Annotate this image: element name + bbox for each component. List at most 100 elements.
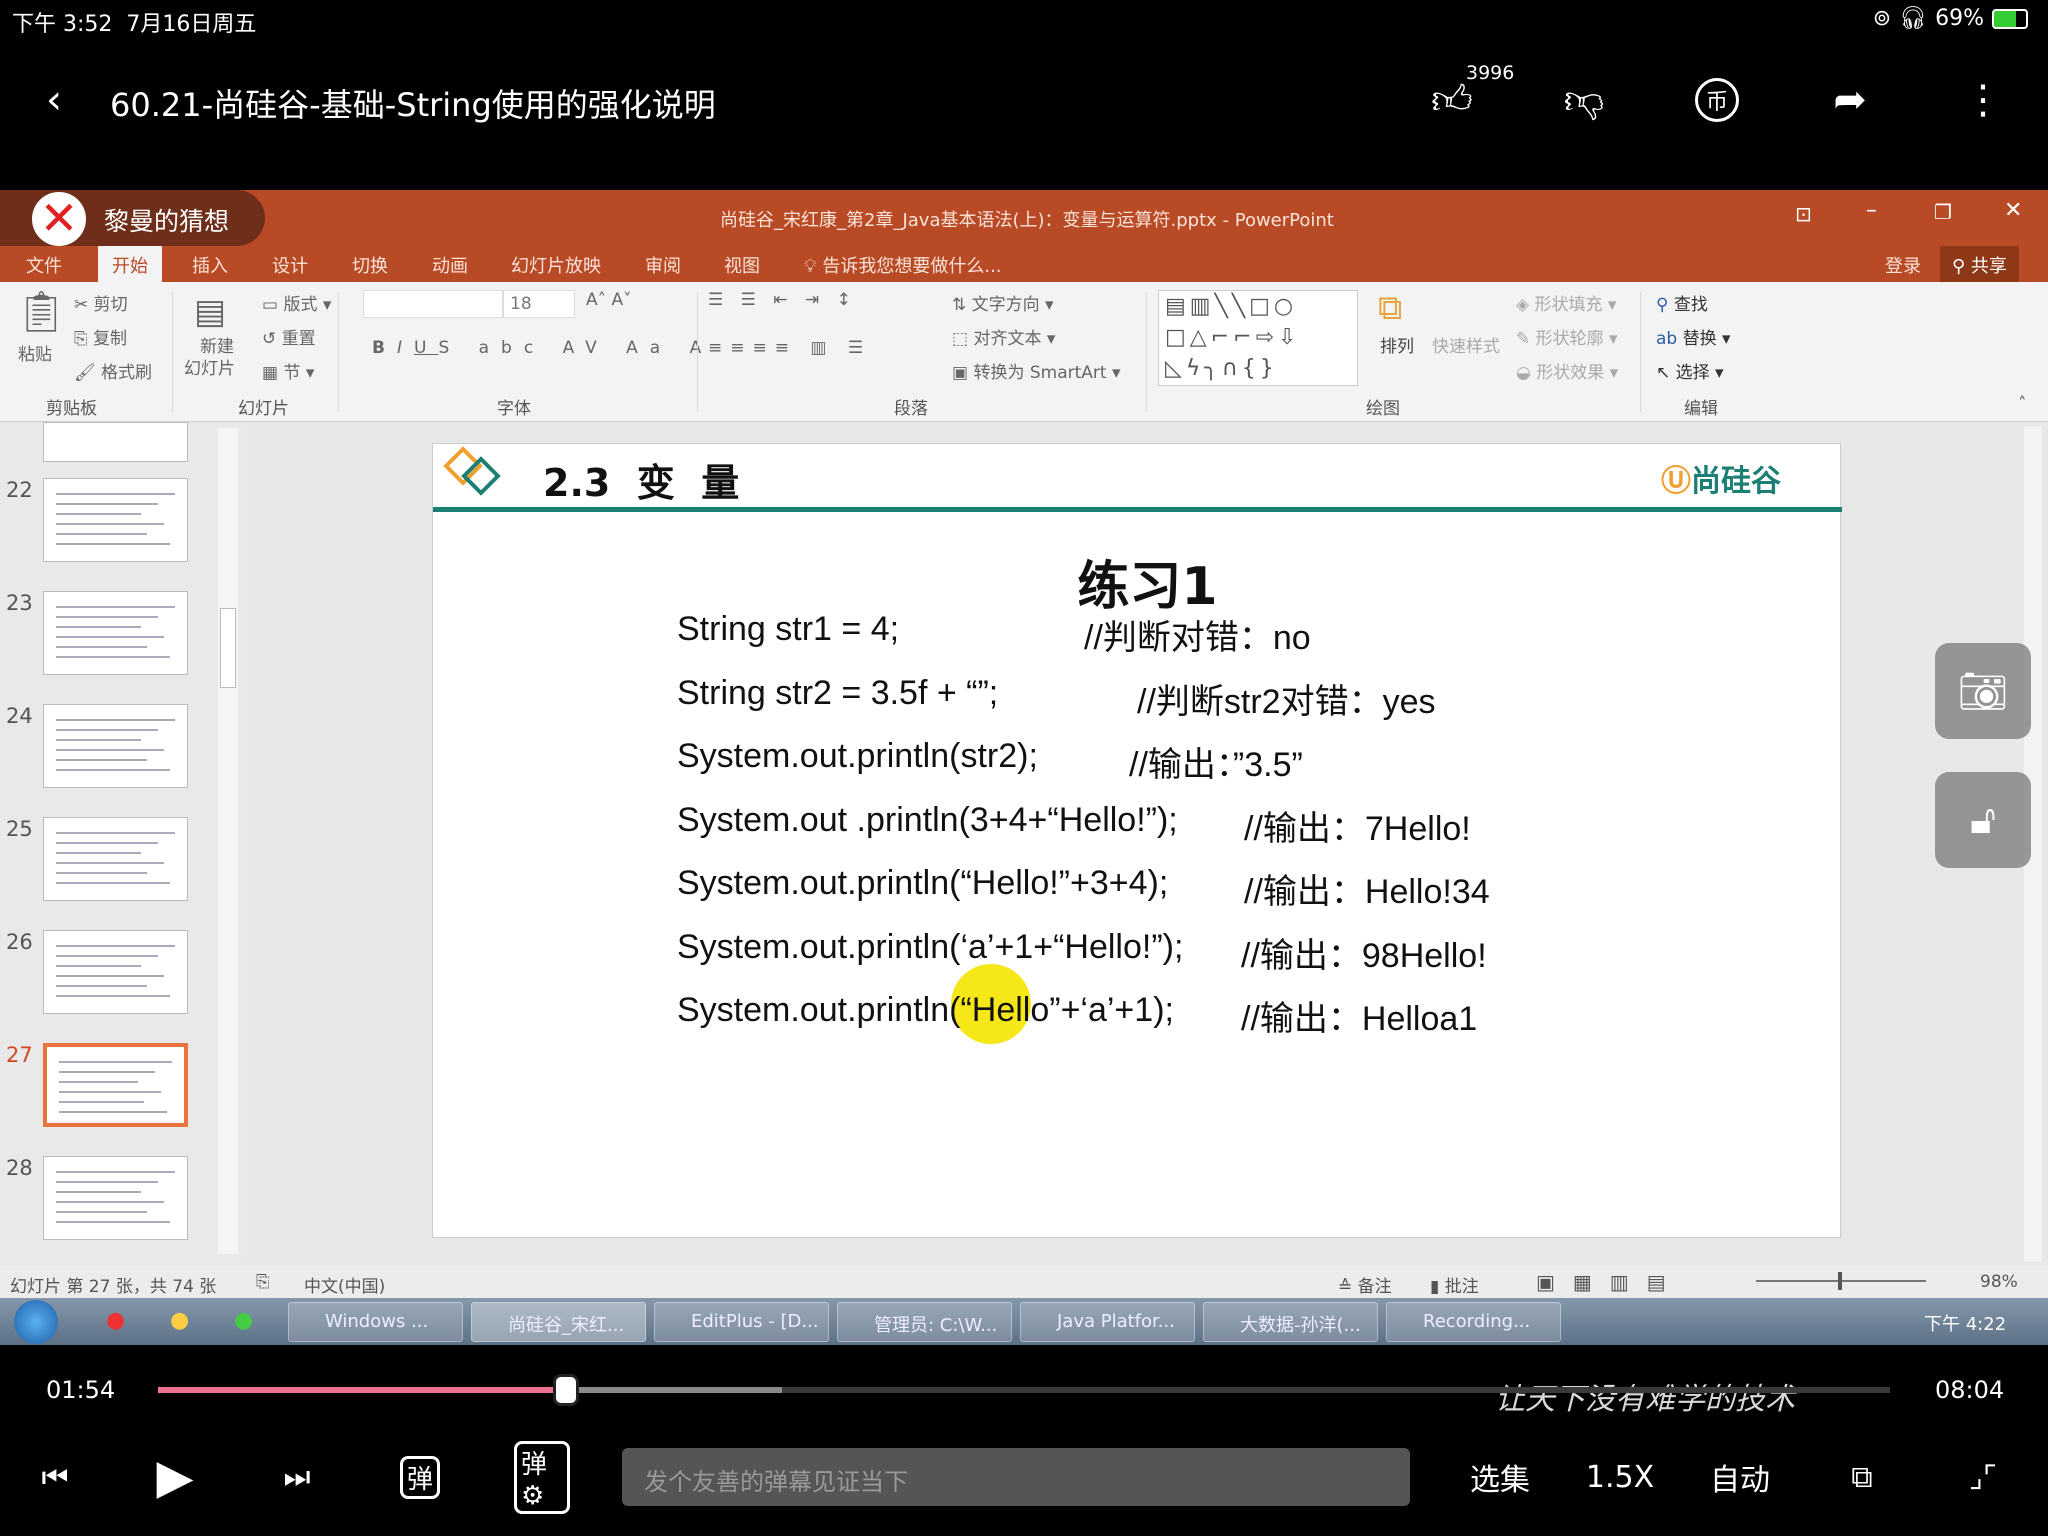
share-button[interactable]: ➦	[1822, 72, 1878, 128]
danmaku-toggle[interactable]: 弹	[392, 1448, 448, 1506]
find-button[interactable]: ⚲ 查找	[1656, 290, 1708, 315]
tell-me-box[interactable]: 💡︎ 告诉我您想要做什么...	[804, 252, 1002, 278]
battery-level: 69%	[1935, 6, 1984, 31]
font-format-buttons[interactable]: BIUS abc AV Aa A	[372, 338, 713, 358]
tab-view[interactable]: 视图	[724, 252, 760, 278]
danmaku-input[interactable]: 发个友善的弹幕见证当下	[622, 1448, 1410, 1506]
danmaku-settings[interactable]: 弹⚙	[514, 1440, 570, 1514]
app-pin-icon[interactable]: ●	[106, 1308, 125, 1333]
slide-thumbnail[interactable]	[43, 817, 188, 901]
exit-fullscreen-button[interactable]: ⌟⌜	[1955, 1448, 2011, 1506]
login-link[interactable]: 登录	[1885, 252, 1921, 278]
shape-fill-button[interactable]: ◈ 形状填充 ▾	[1516, 290, 1616, 315]
seek-thumb[interactable]	[552, 1374, 579, 1406]
slide-thumbnail[interactable]	[43, 704, 188, 788]
dislike-button[interactable]: 👎︎	[1556, 72, 1612, 128]
episodes-button[interactable]: 选集	[1465, 1448, 1535, 1506]
comments-button[interactable]: ▮ 批注	[1430, 1272, 1479, 1297]
app-pin-icon[interactable]: ●	[170, 1308, 189, 1333]
slide-thumbnail[interactable]	[43, 591, 188, 675]
taskbar-item[interactable]: 尚硅谷_宋红...	[471, 1302, 646, 1342]
new-slide-label[interactable]: 幻灯片	[184, 354, 235, 379]
slide-canvas[interactable]: 2.3 变 量 Ⓤ尚硅谷 练习1 String str1 = 4; //判断对错：…	[432, 443, 1842, 1417]
speed-button[interactable]: 1.5X	[1585, 1448, 1655, 1506]
replace-button[interactable]: ab 替换 ▾	[1656, 324, 1731, 349]
seek-bar[interactable]	[158, 1374, 1890, 1406]
text-direction-button[interactable]: ⇅ 文字方向 ▾	[952, 290, 1054, 315]
chrome-icon[interactable]: ●	[234, 1308, 253, 1333]
cut-button[interactable]: ✂ 剪切	[74, 290, 128, 315]
thumbnail-scrollbar[interactable]	[218, 428, 238, 1254]
shape-outline-button[interactable]: ✎ 形状轮廓 ▾	[1516, 324, 1618, 349]
reset-button[interactable]: ↺ 重置	[262, 324, 316, 349]
tab-design[interactable]: 设计	[272, 252, 308, 278]
more-button[interactable]: ⋮	[1955, 72, 2011, 128]
tab-file[interactable]: 文件	[26, 252, 62, 278]
smartart-button[interactable]: ▣ 转换为 SmartArt ▾	[952, 358, 1121, 383]
quality-button[interactable]: 自动	[1705, 1448, 1775, 1506]
play-button[interactable]: ▶	[145, 1448, 205, 1506]
tab-review[interactable]: 审阅	[645, 252, 681, 278]
grow-font-icon[interactable]: A˄ A˅	[586, 290, 632, 310]
tab-animations[interactable]: 动画	[432, 252, 468, 278]
slide-thumbnail[interactable]	[43, 1156, 188, 1240]
quick-styles-button[interactable]: 快速样式	[1432, 332, 1500, 357]
lock-screen-button[interactable]: 🔓︎	[1935, 772, 2031, 868]
shapes-gallery[interactable]: ▤▥╲╲□○ □△⌐⌐⇨⇩ ◺ϟ╮∩{}	[1158, 290, 1358, 386]
taskbar-item[interactable]: 大数据-孙洋(...	[1203, 1302, 1378, 1342]
battery-icon	[1992, 8, 2028, 29]
slide-thumbnail[interactable]	[43, 1043, 188, 1127]
thumbnail-number: 26	[6, 930, 33, 954]
restore-icon[interactable]: ❐	[1934, 200, 1952, 224]
notes-button[interactable]: ≙ 备注	[1338, 1272, 1392, 1297]
screenshot-button[interactable]: 📷︎	[1935, 643, 2031, 739]
previous-button[interactable]: ⏮︎	[30, 1448, 80, 1506]
taskbar-item[interactable]: EditPlus - [D...	[654, 1302, 829, 1342]
close-icon[interactable]: ✕	[2004, 198, 2022, 223]
current-time: 01:54	[46, 1376, 116, 1404]
taskbar-item[interactable]: 管理员: C:\W...	[837, 1302, 1012, 1342]
slide-thumbnail[interactable]	[43, 930, 188, 1014]
font-size-input[interactable]: 18	[503, 290, 575, 318]
tab-transitions[interactable]: 切换	[352, 252, 388, 278]
slide-thumbnail[interactable]	[43, 478, 188, 562]
ribbon-display-icon[interactable]: ⊡	[1795, 202, 1812, 226]
taskbar-item[interactable]: Recording...	[1386, 1302, 1561, 1342]
spellcheck-icon[interactable]: ⎘	[256, 1272, 270, 1292]
language[interactable]: 中文(中国)	[304, 1272, 385, 1297]
next-button[interactable]: ⏭︎	[272, 1448, 322, 1506]
layout-button[interactable]: ▭ 版式 ▾	[262, 290, 331, 315]
code-comment: //输出：Hello!34	[1244, 873, 1490, 911]
tab-insert[interactable]: 插入	[192, 252, 228, 278]
collapse-ribbon-icon[interactable]: ˄	[2018, 394, 2027, 414]
share-ppt-button[interactable]: ⚲ 共享	[1940, 246, 2019, 282]
video-frame[interactable]: ✕ 黎曼的猜想 尚硅谷_宋红康_第2章_Java基本语法(上)：变量与运算符.p…	[0, 190, 2048, 1417]
shape-effects-button[interactable]: ◒ 形状效果 ▾	[1516, 358, 1618, 383]
arrange-button[interactable]: 排列	[1380, 332, 1414, 357]
view-buttons[interactable]: ▣▦▥▤	[1536, 1270, 1684, 1294]
start-button[interactable]	[14, 1300, 58, 1344]
taskbar-item[interactable]: Windows ...	[288, 1302, 463, 1342]
list-buttons[interactable]: ☰ ☰ ⇤ ⇥ ↕	[708, 290, 857, 310]
format-painter-button[interactable]: 🖌︎ 格式刷	[74, 358, 152, 383]
paste-button[interactable]: 粘贴	[18, 340, 52, 365]
ppt-title-bar: ✕ 黎曼的猜想 尚硅谷_宋红康_第2章_Java基本语法(上)：变量与运算符.p…	[0, 190, 2048, 246]
align-buttons[interactable]: ≡≡≡≡ ▥ ☰	[708, 338, 871, 358]
skip-next-icon: ⏭︎	[283, 1459, 311, 1495]
back-button[interactable]: ‹	[26, 72, 82, 128]
zoom-level[interactable]: 98%	[1980, 1272, 2018, 1292]
font-name-input[interactable]	[363, 290, 503, 318]
zoom-slider[interactable]	[1756, 1272, 1926, 1290]
pip-button[interactable]: ⧉	[1834, 1448, 1890, 1506]
copy-button[interactable]: ⎘ 复制	[74, 324, 127, 349]
minimize-icon[interactable]: –	[1866, 198, 1877, 223]
coin-button[interactable]: 币	[1689, 72, 1745, 128]
section-button[interactable]: ▦ 节 ▾	[262, 358, 314, 383]
taskbar-item[interactable]: Java Platfor...	[1020, 1302, 1195, 1342]
tab-home[interactable]: 开始	[98, 246, 162, 282]
window-title: 尚硅谷_宋红康_第2章_Java基本语法(上)：变量与运算符.pptx - Po…	[720, 210, 1334, 231]
slide-thumbnail[interactable]	[43, 422, 188, 462]
align-text-button[interactable]: ⬚ 对齐文本 ▾	[952, 324, 1055, 349]
select-button[interactable]: ↖ 选择 ▾	[1656, 358, 1724, 383]
tab-slideshow[interactable]: 幻灯片放映	[511, 252, 601, 278]
